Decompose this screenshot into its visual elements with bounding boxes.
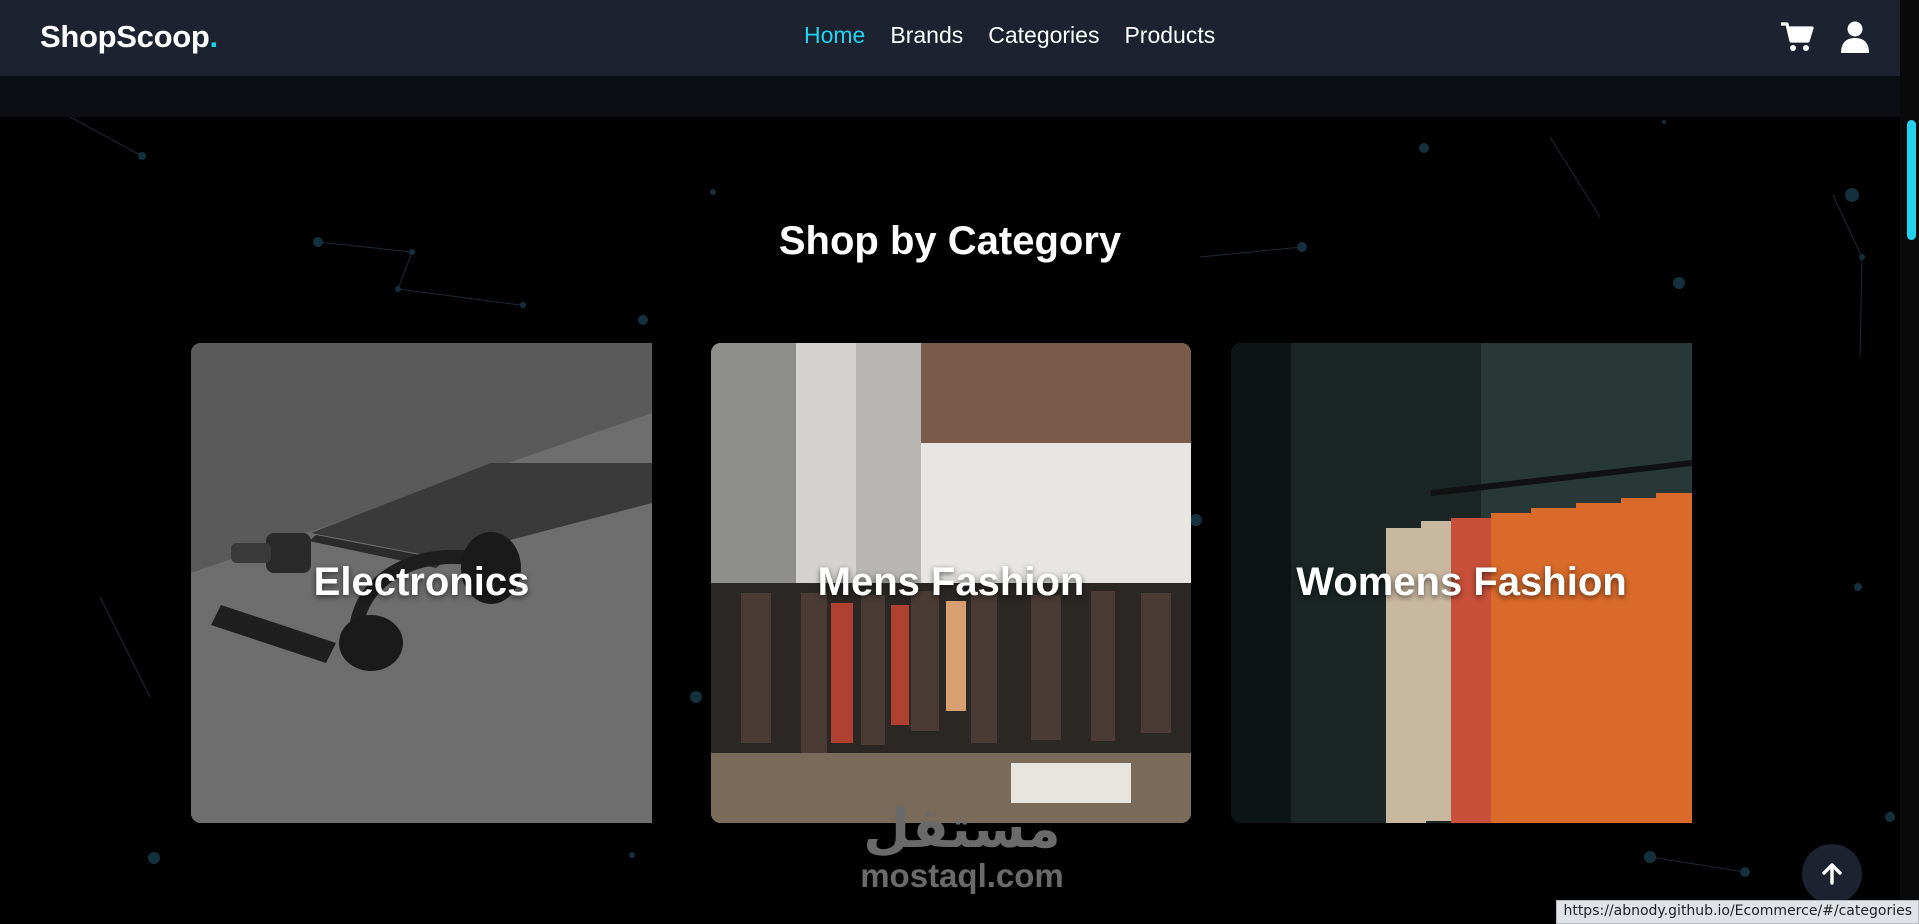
scrollbar-thumb[interactable] — [1907, 120, 1916, 240]
nav-link-categories[interactable]: Categories — [988, 22, 1099, 49]
category-card-womens-fashion[interactable]: Womens Fashion — [1231, 343, 1692, 823]
nav-link-products[interactable]: Products — [1124, 22, 1215, 49]
category-label: Womens Fashion — [1296, 560, 1627, 604]
nav-icons — [1779, 19, 1873, 55]
logo-dot: . — [209, 19, 219, 54]
back-to-top-button[interactable] — [1802, 844, 1862, 904]
page-scrollbar[interactable] — [1900, 0, 1919, 924]
nav-link-brands[interactable]: Brands — [890, 22, 963, 49]
logo-text: ShopScoop — [40, 19, 210, 54]
arrow-up-icon — [1822, 863, 1842, 885]
status-bar-url: https://abnody.github.io/Ecommerce/#/cat… — [1556, 900, 1919, 924]
category-card-electronics[interactable]: Electronics — [191, 343, 652, 823]
cart-icon[interactable] — [1779, 19, 1815, 55]
category-label: Mens Fashion — [817, 560, 1085, 604]
brand-logo[interactable]: ShopScoop. — [40, 19, 218, 55]
navbar-subbar — [0, 76, 1900, 117]
watermark-arabic: مستقل — [863, 797, 1061, 860]
watermark-latin: mostaql.com — [860, 857, 1064, 894]
section-title: Shop by Category — [778, 219, 1122, 263]
nav-link-home[interactable]: Home — [804, 22, 865, 49]
category-card-mens-fashion[interactable]: Mens Fashion — [711, 343, 1191, 823]
top-navbar: ShopScoop. Home Brands Categories Produc… — [0, 0, 1900, 76]
watermark: مستقل mostaql.com — [842, 800, 1082, 894]
user-icon[interactable] — [1837, 19, 1873, 55]
main-nav: Home Brands Categories Products — [804, 22, 1215, 49]
category-label: Electronics — [313, 560, 530, 604]
